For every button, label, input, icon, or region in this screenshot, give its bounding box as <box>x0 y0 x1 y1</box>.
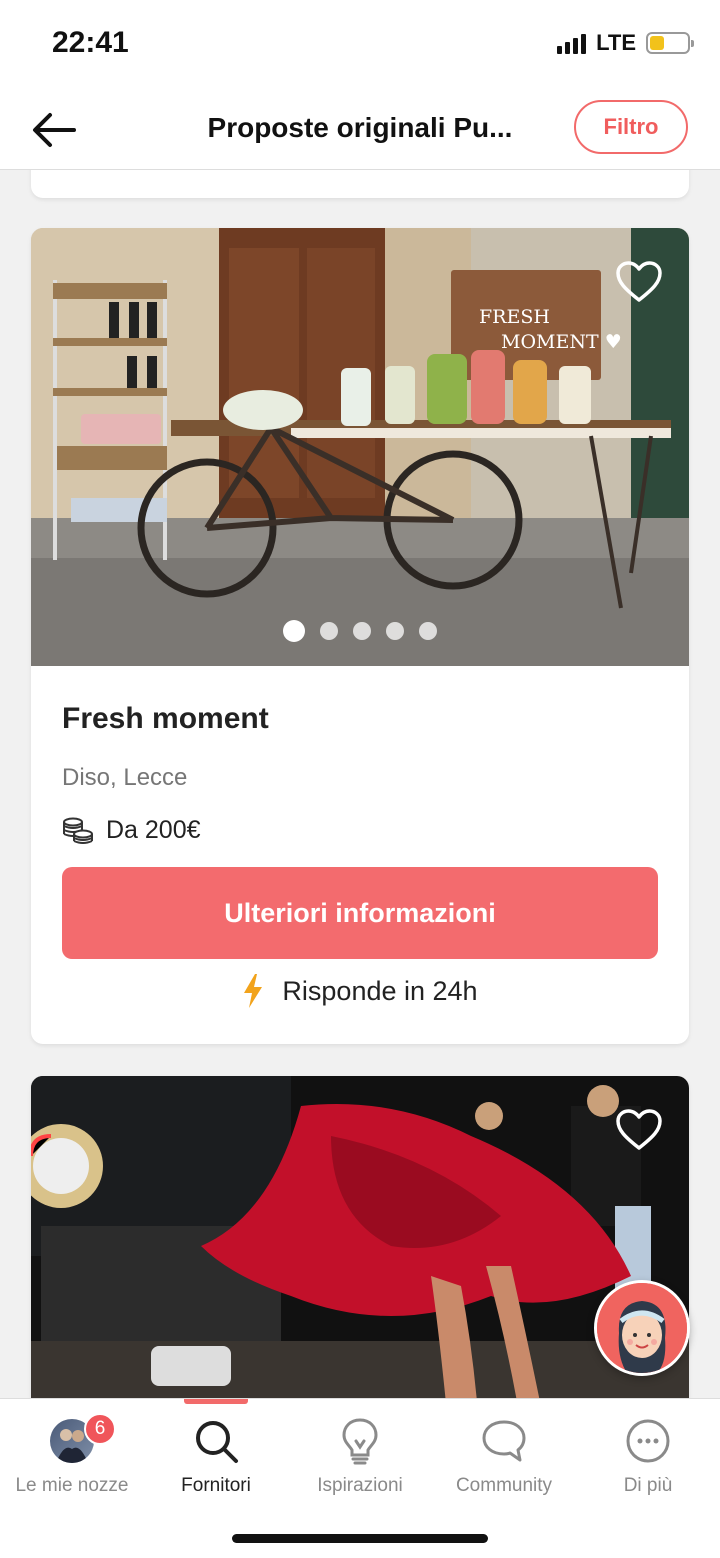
tab-community[interactable]: Community <box>432 1399 576 1511</box>
signal-icon <box>557 32 587 54</box>
sign-line-2: MOMENT ♥ <box>501 331 622 353</box>
vendor-photo-2 <box>31 1076 689 1398</box>
carousel-dots <box>31 620 689 642</box>
price-row: Da 200€ <box>62 816 658 845</box>
heart-icon <box>616 261 662 302</box>
carousel-dot-3[interactable] <box>353 622 371 640</box>
vendor-card-2[interactable] <box>31 1076 689 1398</box>
vendor-photo-carousel[interactable]: FRESH MOMENT ♥ <box>31 228 689 666</box>
carousel-dot-2[interactable] <box>320 622 338 640</box>
tab-label: Fornitori <box>181 1475 251 1496</box>
tab-my-wedding[interactable]: 6 Le mie nozze <box>0 1399 144 1511</box>
tab-more[interactable]: Di più <box>576 1399 720 1511</box>
nav-bar: Proposte originali Pu... Filtro <box>0 90 720 170</box>
carousel-dot-4[interactable] <box>386 622 404 640</box>
favorite-button[interactable] <box>613 256 665 308</box>
vendor-price: Da 200€ <box>106 816 201 844</box>
heart-icon <box>616 1109 662 1150</box>
arrow-left-icon <box>33 113 76 147</box>
tab-vendors[interactable]: Fornitori <box>144 1399 288 1511</box>
battery-icon <box>646 32 694 54</box>
tab-label: Di più <box>623 1475 673 1496</box>
vendor-card[interactable]: FRESH MOMENT ♥ Fresh moment Diso, Lecce … <box>31 228 689 1044</box>
tab-label: Ispirazioni <box>317 1475 403 1496</box>
network-label: LTE <box>596 30 636 55</box>
previous-card <box>31 170 689 198</box>
status-time: 22:41 <box>52 26 129 59</box>
chat-bubble-icon <box>482 1420 526 1462</box>
status-indicators: LTE <box>557 30 694 56</box>
vendor-photo: FRESH MOMENT ♥ <box>31 228 689 666</box>
tab-label: Le mie nozze <box>15 1475 129 1496</box>
more-info-button[interactable]: Ulteriori informazioni <box>62 867 658 959</box>
carousel-dot-5[interactable] <box>419 622 437 640</box>
search-icon <box>196 1421 238 1463</box>
status-bar: 22:41 LTE <box>0 0 720 90</box>
vendor-card-body: Fresh moment Diso, Lecce Da 200€ Ulterio… <box>31 666 689 1009</box>
tab-inspiration[interactable]: Ispirazioni <box>288 1399 432 1511</box>
vendor-name[interactable]: Fresh moment <box>62 702 658 736</box>
lightning-icon <box>244 974 263 1008</box>
tab-label: Community <box>455 1475 553 1496</box>
carousel-dot-1[interactable] <box>283 620 305 642</box>
sign-line-1: FRESH <box>479 306 550 328</box>
assistant-button[interactable] <box>594 1280 690 1376</box>
vendor-photo-carousel-2[interactable] <box>31 1076 689 1398</box>
lightbulb-icon <box>342 1418 378 1465</box>
assistant-avatar-icon <box>597 1283 687 1373</box>
vendor-list[interactable]: FRESH MOMENT ♥ Fresh moment Diso, Lecce … <box>0 170 720 1398</box>
favorite-button-2[interactable] <box>613 1104 665 1156</box>
more-icon <box>626 1419 670 1463</box>
back-button[interactable] <box>28 104 80 156</box>
home-indicator <box>232 1534 488 1543</box>
filter-button[interactable]: Filtro <box>574 100 688 154</box>
page-title: Proposte originali Pu... <box>207 112 513 143</box>
coins-icon <box>63 817 93 844</box>
response-time: Risponde in 24h <box>62 973 658 1009</box>
response-time-label: Risponde in 24h <box>282 975 478 1006</box>
vendor-location: Diso, Lecce <box>62 764 188 791</box>
notification-badge: 6 <box>84 1413 116 1445</box>
